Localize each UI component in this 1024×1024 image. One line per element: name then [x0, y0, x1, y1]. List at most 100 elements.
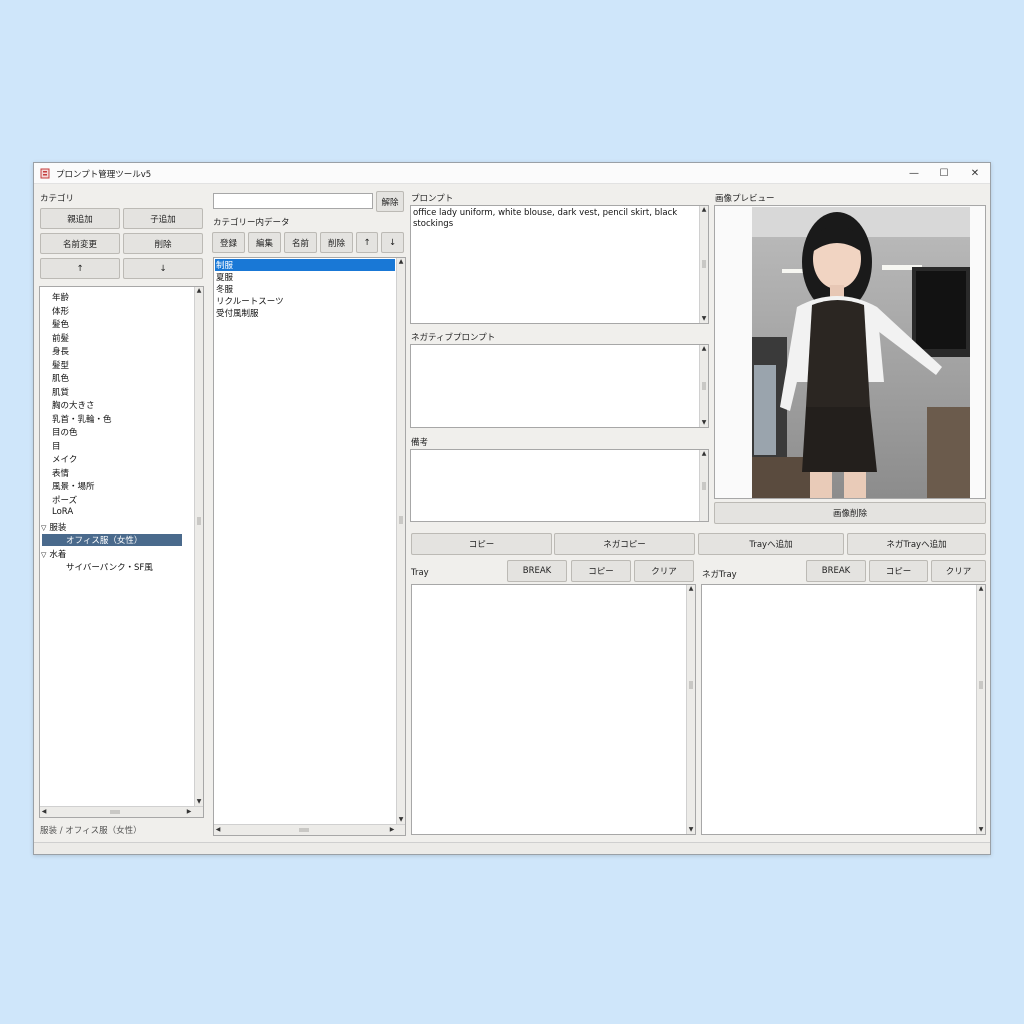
category-tree-item-label: 風景・場所 [52, 482, 95, 492]
move-category-up-button[interactable]: ↑ [40, 258, 120, 279]
negative-prompt-label: ネガティブプロンプト [411, 333, 496, 343]
data-list[interactable]: 制服 夏服 冬服 リクルートスーツ 受付風制服 ▲ ▼ ◀ ▶ [213, 257, 406, 836]
scroll-thumb[interactable] [689, 681, 693, 689]
nega-tray-vscroll[interactable]: ▲ ▼ [976, 585, 985, 834]
scroll-right-icon[interactable]: ▶ [185, 808, 193, 816]
prompt-vscroll[interactable]: ▲ ▼ [699, 206, 708, 323]
edit-button[interactable]: 編集 [248, 232, 281, 253]
tray-copy-button[interactable]: コピー [571, 560, 631, 582]
category-tree-item[interactable]: 肌質 [52, 386, 69, 398]
notes-textarea[interactable]: ▲ [410, 449, 709, 522]
maximize-icon[interactable]: ☐ [929, 163, 959, 184]
scroll-right-icon[interactable]: ▶ [388, 826, 396, 834]
scroll-thumb[interactable] [702, 382, 706, 390]
data-list-item[interactable]: リクルートスーツ [215, 295, 284, 307]
notes-vscroll[interactable]: ▲ [699, 450, 708, 521]
add-parent-button[interactable]: 親追加 [40, 208, 120, 229]
scroll-down-icon[interactable]: ▼ [687, 826, 695, 834]
nega-tray-textarea[interactable]: ▲ ▼ [701, 584, 986, 835]
category-tree-item[interactable]: 表情 [52, 467, 69, 479]
scroll-up-icon[interactable]: ▲ [700, 206, 708, 214]
tray-break-button[interactable]: BREAK [507, 560, 567, 582]
category-tree-item[interactable]: 前髪 [52, 332, 69, 344]
data-list-item[interactable]: 冬服 [215, 283, 233, 295]
category-tree-item[interactable]: ▽ 水着 [41, 548, 66, 560]
scroll-thumb[interactable] [702, 260, 706, 268]
move-data-up-button[interactable]: ↑ [356, 232, 378, 253]
prompt-textarea[interactable]: office lady uniform, white blouse, dark … [410, 205, 709, 324]
register-button[interactable]: 登録 [212, 232, 245, 253]
category-tree-item[interactable]: 目 [52, 440, 61, 452]
expand-icon[interactable]: ▽ [41, 524, 46, 532]
rename-category-button[interactable]: 名前変更 [40, 233, 120, 254]
scroll-down-icon[interactable]: ▼ [700, 419, 708, 427]
scroll-thumb[interactable] [979, 681, 983, 689]
data-list-hscroll[interactable]: ◀ ▶ [214, 824, 405, 835]
category-tree-item[interactable]: 風景・場所 [52, 480, 95, 492]
scroll-up-icon[interactable]: ▲ [700, 450, 708, 458]
tray-vscroll[interactable]: ▲ ▼ [686, 585, 695, 834]
delete-category-button[interactable]: 削除 [123, 233, 203, 254]
scroll-left-icon[interactable]: ◀ [40, 808, 48, 816]
scroll-thumb[interactable] [110, 810, 120, 814]
nega-tray-clear-button[interactable]: クリア [931, 560, 986, 582]
search-input[interactable] [213, 193, 373, 209]
expand-icon[interactable]: ▽ [41, 551, 46, 559]
scroll-thumb[interactable] [702, 482, 706, 490]
delete-image-button[interactable]: 画像削除 [714, 502, 986, 524]
negative-prompt-textarea[interactable]: ▲ ▼ [410, 344, 709, 428]
negative-prompt-vscroll[interactable]: ▲ ▼ [699, 345, 708, 427]
data-list-item[interactable]: 夏服 [215, 271, 233, 283]
scroll-up-icon[interactable]: ▲ [195, 287, 203, 295]
scroll-down-icon[interactable]: ▼ [397, 816, 405, 824]
tray-textarea[interactable]: ▲ ▼ [411, 584, 696, 835]
category-tree-item[interactable]: メイク [52, 453, 77, 465]
scroll-down-icon[interactable]: ▼ [700, 315, 708, 323]
scroll-down-icon[interactable]: ▼ [195, 798, 203, 806]
clear-search-button[interactable]: 解除 [376, 191, 404, 212]
nega-tray-break-button[interactable]: BREAK [806, 560, 866, 582]
category-tree-item[interactable]: 目の色 [52, 426, 78, 438]
data-list-item[interactable]: 受付風制服 [215, 307, 259, 319]
category-tree-item[interactable]: 身長 [52, 345, 69, 357]
category-tree-item[interactable]: ▽ 服装 [41, 521, 66, 533]
scroll-up-icon[interactable]: ▲ [977, 585, 985, 593]
minimize-icon[interactable]: — [899, 163, 929, 184]
data-list-item[interactable]: 制服 [215, 259, 395, 271]
move-data-down-button[interactable]: ↓ [381, 232, 404, 253]
scroll-left-icon[interactable]: ◀ [214, 826, 222, 834]
tray-clear-button[interactable]: クリア [634, 560, 694, 582]
category-tree-item[interactable]: 髪色 [52, 318, 69, 330]
category-tree-item[interactable]: 乳首・乳輪・色 [52, 413, 112, 425]
close-icon[interactable]: ✕ [960, 163, 990, 184]
category-tree-item[interactable]: 胸の大きさ [52, 399, 95, 411]
category-tree-item[interactable]: 髪型 [52, 359, 69, 371]
category-tree-hscroll[interactable]: ◀ ▶ [40, 806, 203, 817]
add-child-button[interactable]: 子追加 [123, 208, 203, 229]
scroll-up-icon[interactable]: ▲ [687, 585, 695, 593]
scroll-up-icon[interactable]: ▲ [700, 345, 708, 353]
data-list-vscroll[interactable]: ▲ ▼ [396, 258, 405, 824]
category-tree-vscroll[interactable]: ▲ ▼ [194, 287, 203, 806]
move-category-down-button[interactable]: ↓ [123, 258, 203, 279]
category-tree-item[interactable]: 肌色 [52, 372, 69, 384]
scroll-down-icon[interactable]: ▼ [977, 826, 985, 834]
copy-prompt-button[interactable]: コピー [411, 533, 552, 555]
category-tree-item[interactable]: LoRA [52, 507, 73, 517]
category-tree-item[interactable]: ポーズ [52, 494, 77, 506]
scroll-up-icon[interactable]: ▲ [397, 258, 405, 266]
add-to-tray-button[interactable]: Trayへ追加 [698, 533, 844, 555]
delete-data-button[interactable]: 削除 [320, 232, 353, 253]
scroll-thumb[interactable] [197, 517, 201, 525]
category-tree-item[interactable]: 体形 [52, 305, 69, 317]
nega-copy-button[interactable]: ネガコピー [554, 533, 695, 555]
nega-tray-copy-button[interactable]: コピー [869, 560, 928, 582]
scroll-thumb[interactable] [299, 828, 309, 832]
category-tree-item[interactable]: オフィス服（女性） [42, 534, 182, 546]
name-button[interactable]: 名前 [284, 232, 317, 253]
scroll-thumb[interactable] [399, 516, 403, 524]
category-tree-item[interactable]: 年齢 [52, 291, 69, 303]
category-tree[interactable]: 年齢体形 髪色前髪 身長髪型 肌色肌質 胸の大きさ乳首・乳輪・色 目の色目メイク表情風景・… [39, 286, 204, 818]
category-tree-item[interactable]: サイバーパンク・SF風 [42, 561, 182, 573]
add-to-nega-tray-button[interactable]: ネガTrayへ追加 [847, 533, 986, 555]
